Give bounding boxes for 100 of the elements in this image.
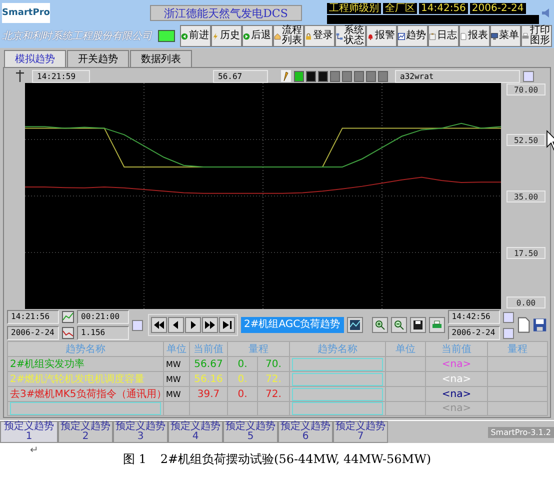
table-cell: MW: [164, 372, 190, 386]
lock-icon: [305, 32, 312, 40]
play-button[interactable]: [185, 317, 201, 333]
column-header: 单位: [386, 342, 426, 356]
table-cell: 0.: [228, 386, 258, 402]
toolbar-button[interactable]: 趋势: [397, 25, 428, 47]
table-cell: 72.: [258, 386, 290, 402]
table-cell: 0.: [228, 356, 258, 372]
column-header: 趋势名称: [8, 342, 164, 356]
paragraph-mark: ↵: [30, 445, 38, 456]
axis-label: 0.00: [506, 296, 546, 308]
tab[interactable]: 模拟趋势: [4, 50, 66, 67]
zoom-out-icon[interactable]: [394, 320, 404, 330]
forward-arrow-icon: [243, 32, 250, 40]
calendar-button[interactable]: [132, 320, 143, 330]
fast-forward-button[interactable]: [202, 317, 218, 333]
previous-icon[interactable]: [171, 320, 181, 330]
cursor-marker-icon[interactable]: [15, 70, 25, 82]
print-button[interactable]: [428, 317, 445, 333]
tab[interactable]: 预定义趋势2: [58, 421, 113, 443]
trace-field[interactable]: [10, 402, 161, 415]
table-cell: 2#燃机汽轮机发电机调度容量: [8, 372, 164, 386]
save-icon[interactable]: [533, 317, 548, 333]
pen-tag: a32wrat: [395, 70, 520, 82]
trace-field[interactable]: [292, 388, 383, 400]
table-cell: 56.67: [190, 356, 228, 372]
status-field: 工程师级别: [327, 2, 381, 14]
play-icon[interactable]: [188, 320, 198, 330]
span-field[interactable]: 00:21:00: [77, 310, 129, 324]
tab[interactable]: 预定义趋势7: [333, 421, 388, 443]
axis-label: 52.50: [506, 134, 546, 146]
new-document-icon[interactable]: [516, 317, 530, 333]
pen-icon[interactable]: [281, 70, 291, 82]
back-arrow-icon: [181, 32, 188, 40]
tab[interactable]: 预定义趋势1: [0, 421, 58, 443]
time-field[interactable]: 14:42:56: [448, 310, 500, 324]
printer-icon[interactable]: [432, 320, 442, 330]
pointer-icon: [546, 130, 554, 151]
skip-end-button[interactable]: [219, 317, 235, 333]
toolbar-button[interactable]: 登录: [304, 25, 335, 47]
window-title: 浙江德能天然气发电DCS: [150, 5, 302, 21]
calendar-button[interactable]: [502, 312, 514, 322]
chart-icon[interactable]: [62, 327, 74, 339]
table-cell: 去3#燃机MK5负荷指令（通讯用）: [8, 386, 164, 402]
chart-icon: [398, 32, 405, 40]
trace-field[interactable]: [292, 372, 383, 386]
window-button[interactable]: [523, 70, 534, 82]
tab[interactable]: 预定义趋势5: [223, 421, 278, 443]
network-icon: [336, 32, 343, 40]
column-header: 量程: [488, 342, 548, 356]
trace-field[interactable]: [292, 402, 383, 415]
status-field: 14:42:56: [419, 2, 468, 14]
rewind-icon[interactable]: [154, 320, 164, 330]
pen-slot[interactable]: [318, 70, 328, 82]
zoom-in-button[interactable]: [372, 317, 388, 333]
toolbar-button[interactable]: 历史: [211, 25, 242, 47]
tab[interactable]: 预定义趋势3: [113, 421, 168, 443]
bolt-icon: [212, 32, 219, 40]
column-header: 当前值: [190, 342, 228, 356]
toolbar-button[interactable]: 打印图形: [521, 25, 552, 47]
chart-icon[interactable]: [350, 320, 360, 330]
toolbar-button[interactable]: 菜单: [490, 25, 521, 47]
bell-icon: [367, 32, 374, 40]
zoom-in-icon[interactable]: [374, 320, 385, 330]
toolbar-button[interactable]: 后退: [242, 25, 273, 47]
tab[interactable]: 开关趋势: [67, 50, 129, 67]
toolbar-button[interactable]: 前进: [180, 25, 211, 47]
previous-button[interactable]: [168, 317, 184, 333]
zoom-out-button[interactable]: [390, 317, 407, 333]
skip-end-icon[interactable]: [222, 320, 232, 330]
calendar-button[interactable]: [502, 328, 514, 338]
y-tick-label: 0.00: [516, 298, 536, 308]
date-field[interactable]: 2006-2-24: [448, 326, 500, 340]
fast-forward-icon[interactable]: [205, 320, 215, 330]
toolbar-button[interactable]: 报表: [459, 25, 490, 47]
toolbar-button[interactable]: 报警: [366, 25, 397, 47]
table-cell: MW: [164, 386, 190, 402]
toolbar-button[interactable]: 流程列表: [273, 25, 304, 47]
scale-field[interactable]: 1.156: [77, 326, 129, 340]
column-header: 当前值: [426, 342, 488, 356]
tab[interactable]: 预定义趋势6: [278, 421, 333, 443]
figure-label: 图 1: [122, 451, 146, 468]
table-cell: MW: [164, 356, 190, 372]
rewind-button[interactable]: [151, 317, 167, 333]
trend-button[interactable]: [347, 317, 363, 333]
y-tick-label: 35.00: [514, 192, 538, 202]
save-button[interactable]: [410, 317, 426, 333]
toolbar-button[interactable]: 系统状态: [335, 25, 366, 47]
toolbar-button[interactable]: 日志: [428, 25, 459, 47]
date-field[interactable]: 2006-2-24: [7, 326, 59, 340]
tab[interactable]: 数据列表: [130, 50, 192, 67]
pen-slot[interactable]: [306, 70, 316, 82]
table-cell: 0.: [228, 372, 258, 386]
time-field[interactable]: 14:21:56: [7, 310, 59, 324]
tab[interactable]: 预定义趋势4: [168, 421, 223, 443]
chart-icon[interactable]: [62, 311, 74, 323]
table-cell: <na>: [426, 356, 488, 372]
axis-label: 35.00: [506, 190, 546, 202]
document-icon: [460, 32, 467, 40]
trace-field[interactable]: [292, 358, 383, 370]
